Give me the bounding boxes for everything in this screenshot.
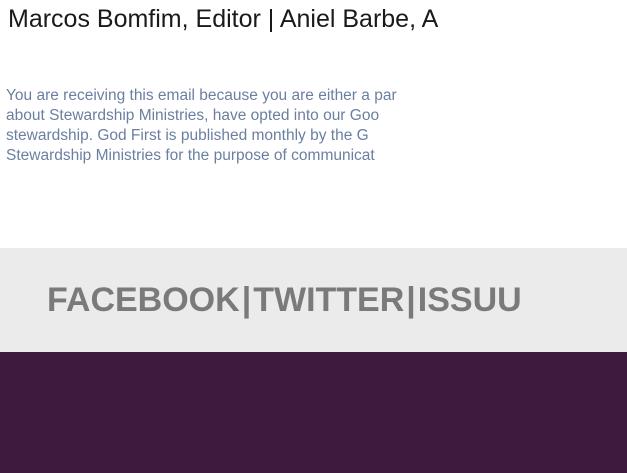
link-separator: | [241,281,252,319]
social-links: FACEBOOK|TWITTER|ISSUU [47,278,522,322]
subscription-notice: You are receiving this email because you… [6,86,627,166]
notice-line: Stewardship Ministries for the purpose o… [6,147,375,164]
facebook-link[interactable]: FACEBOOK [47,281,240,319]
link-separator: | [406,281,416,319]
issuu-link[interactable]: ISSUU [418,281,522,319]
twitter-link[interactable]: TWITTER [253,281,404,319]
email-footer-page: Marcos Bomfim, Editor | Aniel Barbe, A Y… [0,0,627,473]
notice-line: stewardship. God First is published mont… [6,127,369,144]
social-links-bar: FACEBOOK|TWITTER|ISSUU [0,248,627,352]
editor-credits: Marcos Bomfim, Editor | Aniel Barbe, A [8,5,439,33]
notice-line: about Stewardship Ministries, have opted… [6,107,380,124]
notice-line: You are receiving this email because you… [6,87,397,104]
footer-band [0,352,627,473]
